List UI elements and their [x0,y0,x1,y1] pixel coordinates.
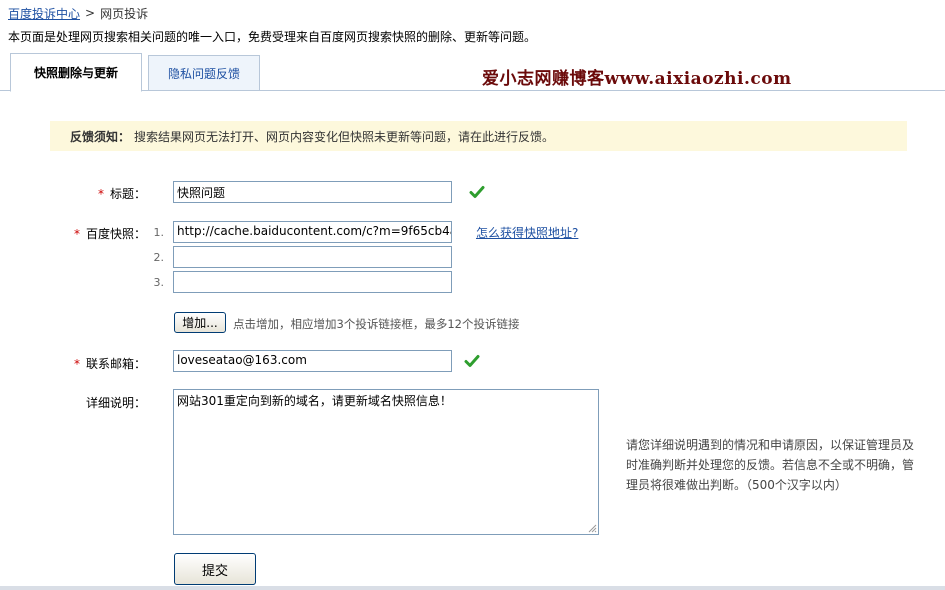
snapshot-help-link[interactable]: 怎么获得快照地址? [476,224,578,241]
check-icon [469,186,485,198]
watermark: 爱小志网赚博客www.aixiaozhi.com [482,69,792,89]
breadcrumb-separator: > [85,6,96,20]
add-links-button[interactable]: 增加... [174,312,226,333]
tab-bar: 快照删除与更新 隐私问题反馈 [0,53,945,92]
detail-note: 请您详细说明遇到的情况和申请原因，以保证管理员及时准确判断并处理您的反馈。若信息… [626,438,915,492]
check-icon [464,355,480,367]
resize-grip-icon[interactable] [587,523,597,533]
detail-label: 详细说明： [85,396,146,410]
required-mark: * [73,227,80,241]
email-label: * 联系邮箱： [46,355,146,372]
breadcrumb-home-link[interactable]: 百度投诉中心 [8,5,80,22]
required-mark: * [97,187,104,201]
notice-banner: 反馈须知： 搜索结果网页无法打开、网页内容变化但快照未更新等问题，请在此进行反馈… [50,121,907,151]
title-input[interactable]: 快照问题 [173,181,452,203]
detail-textarea[interactable]: 网站301重定向到新的域名，请更新域名快照信息！ [173,389,599,535]
intro-text: 本页面是处理网页搜索相关问题的唯一入口，免费受理来自百度网页搜索快照的删除、更新… [8,30,537,44]
email-label-text: 联系邮箱： [85,357,146,371]
detail-text: 网站301重定向到新的域名，请更新域名快照信息！ [177,394,452,408]
breadcrumb-current: 网页投诉 [100,6,149,21]
page-bottom-edge [0,586,945,590]
snapshot-link-input-3[interactable] [173,271,452,293]
snapshot-link-input-2[interactable] [173,246,452,268]
add-links-hint: 点击增加，相应增加3个投诉链接框，最多12个投诉链接 [233,317,520,331]
title-label: * 标题： [46,185,146,202]
title-label-text: 标题： [109,187,146,201]
snapshot-label-text: 百度快照： [85,227,146,241]
tab-privacy-feedback[interactable]: 隐私问题反馈 [148,55,260,91]
snapshot-index-1: 1. [153,226,165,239]
snapshot-link-input-1[interactable]: http://cache.baiducontent.com/c?m=9f65cb… [173,221,452,243]
snapshot-index-3: 3. [153,276,165,289]
notice-text: 搜索结果网页无法打开、网页内容变化但快照未更新等问题，请在此进行反馈。 [134,129,555,144]
notice-label: 反馈须知： [70,129,131,144]
snapshot-label: * 百度快照： [46,225,146,242]
snapshot-index-2: 2. [153,251,165,264]
breadcrumb: 百度投诉中心 > 网页投诉 [8,5,148,21]
email-input[interactable]: loveseatao@163.com [173,350,452,372]
tab-snapshot-update[interactable]: 快照删除与更新 [10,53,142,92]
submit-button[interactable]: 提交 [174,553,256,585]
required-mark: * [73,357,80,371]
